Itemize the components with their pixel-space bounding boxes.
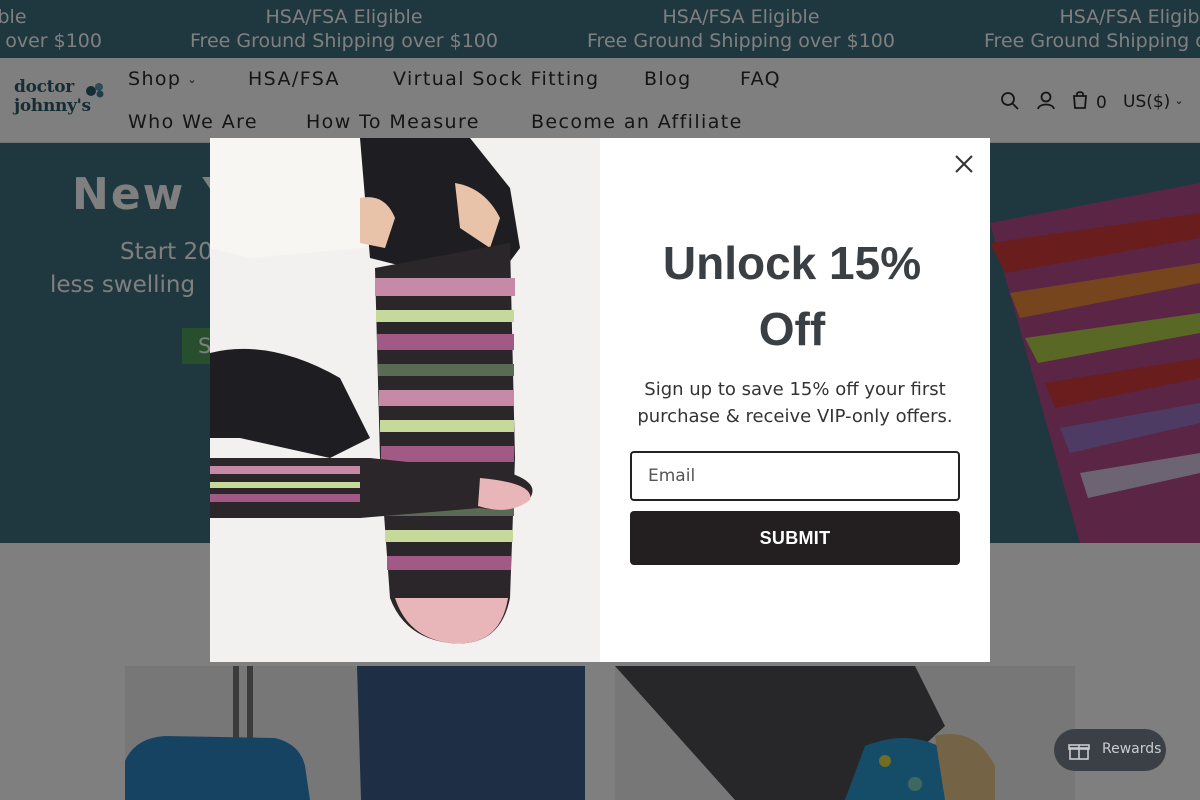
modal-heading-line2: Off xyxy=(758,303,826,355)
submit-button[interactable]: SUBMIT xyxy=(630,511,960,565)
rewards-launcher[interactable]: Rewards xyxy=(1054,729,1166,771)
striped-sock-photo xyxy=(210,138,600,662)
modal-heading-line1: Unlock 15% xyxy=(662,237,922,289)
modal-description: Sign up to save 15% off your first purch… xyxy=(637,379,953,427)
signup-modal: Unlock 15% Off Sign up to save 15% off y… xyxy=(210,138,990,662)
modal-image xyxy=(210,138,600,662)
email-input[interactable] xyxy=(630,451,960,501)
gift-icon xyxy=(1068,744,1090,760)
page: HSA/FSA Eligible Free Ground Shipping ov… xyxy=(0,0,1200,800)
rewards-label: Rewards xyxy=(1102,741,1162,757)
modal-heading: Unlock 15% Off xyxy=(630,230,954,362)
close-icon[interactable] xyxy=(950,150,978,178)
sock-stripes xyxy=(375,243,515,644)
